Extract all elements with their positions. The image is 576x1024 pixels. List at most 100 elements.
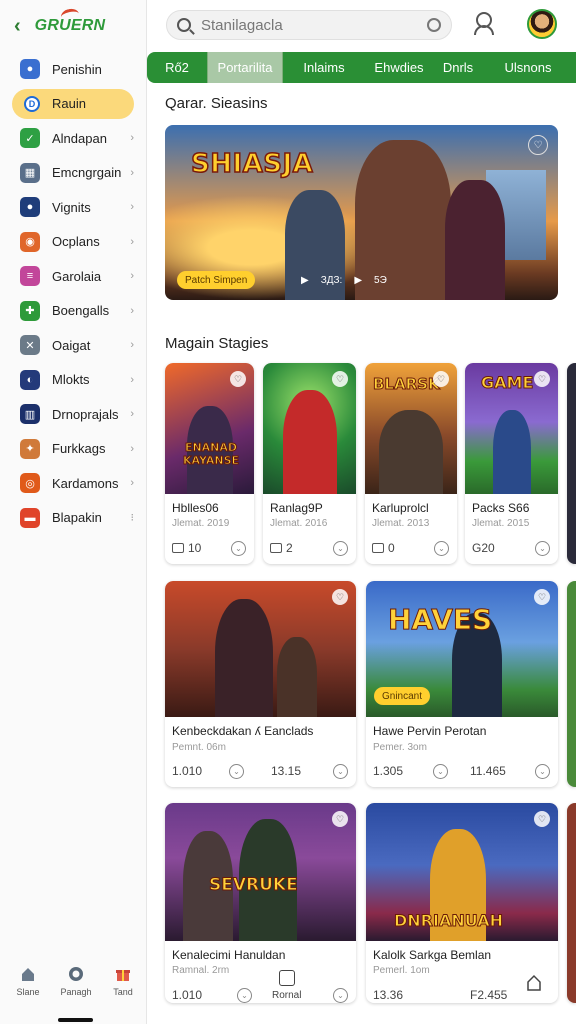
game-card[interactable]: ♡ Ranlag9P Jlemat. 2016 2 ⌄ (263, 363, 356, 564)
square-icon (278, 970, 295, 986)
user-icon[interactable] (472, 12, 494, 36)
chevron-right-icon: › (130, 408, 134, 420)
favorite-icon[interactable]: ♡ (332, 589, 348, 605)
card-character (283, 390, 337, 494)
nav-search-label: Panagh (60, 987, 92, 997)
options-icon[interactable]: ⌄ (535, 764, 550, 779)
game-card[interactable]: BLARSK ♡ Karluprolcl Jlemat. 2013 0 ⌄ (365, 363, 457, 564)
options-icon[interactable]: ⌄ (433, 764, 448, 779)
chevron-right-icon: › (130, 442, 134, 455)
tab-3[interactable]: Ehwdies (365, 52, 433, 83)
game-card-partial[interactable] (567, 803, 576, 1003)
options-icon[interactable]: ⌄ (333, 764, 348, 779)
card-image: BLARSK ♡ (365, 363, 457, 494)
game-card[interactable]: SEVRUKE ♡ Kenalecimi Hanuldan Ramnal. 2r… (165, 803, 356, 1003)
play-icon[interactable]: ▶ (301, 275, 309, 286)
sidebar-item[interactable]: ◉ Ocplans › (12, 227, 134, 257)
chevron-left-icon[interactable]: ‹ (14, 15, 21, 38)
sidebar-item[interactable]: ◐ Mlokts › (12, 365, 134, 395)
flag-icon: ▬ (20, 507, 40, 528)
sidebar-item[interactable]: D Rauin (12, 88, 134, 119)
sidebar-item-label: Ocplans (52, 234, 100, 249)
favorite-icon[interactable]: ♡ (534, 811, 550, 827)
puzzle-icon: ✚ (20, 300, 40, 321)
play-icon[interactable]: ▶ (354, 275, 362, 286)
sidebar-item[interactable]: ▥ Drnoprajals › (12, 399, 134, 429)
sidebar-item[interactable]: ✚ Boengalls › (12, 296, 134, 326)
mask-icon: ◐ (20, 369, 40, 390)
gift-icon (116, 970, 130, 981)
center-nav[interactable]: Rornal (272, 970, 301, 1001)
game-card[interactable]: ENANAD KAYANSE ♡ Hblles06 Jlemat. 2019 1… (165, 363, 254, 564)
card-character (379, 410, 443, 494)
game-card-partial[interactable] (567, 581, 576, 787)
game-card[interactable]: HAVES Gnincant ♡ Hawe Pervin Perotan Pem… (366, 581, 558, 787)
sidebar-item[interactable]: ▦ Emcngrgain › (12, 158, 134, 188)
tab-1[interactable]: Portarilita (207, 52, 283, 83)
card-subtitle: Pemnt. 06m (172, 742, 226, 753)
nav-home[interactable]: Slane (8, 965, 48, 997)
card-subtitle: Jlemat. 2013 (372, 518, 430, 529)
search-bar[interactable]: Stanilagacla (166, 10, 452, 40)
sidebar-item[interactable]: ● Vignits › (12, 192, 134, 222)
grid-icon: ▦ (20, 162, 40, 183)
card-subtitle: Pemerl. 1om (373, 965, 430, 976)
sidebar-item[interactable]: ✦ Furkkags › (12, 434, 134, 464)
card-image: HAVES Gnincant ♡ (366, 581, 558, 717)
sidebar-item-label: Kardamons (52, 475, 119, 491)
sidebar-item[interactable]: ✓ Alndapan › (12, 123, 134, 153)
tab-5[interactable]: Ulsnons (483, 52, 573, 83)
favorite-icon[interactable]: ♡ (534, 589, 550, 605)
featured-banner[interactable]: SHIASJA Patch Simpen ▶ ЗДЗ: ▶ 5Э ♡ (165, 125, 558, 300)
tab-4[interactable]: Dnrls (433, 52, 483, 83)
sidebar-item[interactable]: ● Penishin (12, 54, 134, 84)
camera-icon[interactable] (427, 18, 441, 32)
game-card[interactable]: DNRIANUAH ♡ Kalolk Sarkga Bemlan Pemerl.… (366, 803, 558, 1003)
card-image: ♡ (165, 581, 356, 717)
favorite-icon[interactable]: ♡ (534, 371, 550, 387)
home-indicator (58, 1018, 93, 1022)
game-card[interactable]: ♡ Kenbeckdakan ʎ Eanclads Pemnt. 06m 1.0… (165, 581, 356, 787)
favorite-icon[interactable]: ♡ (230, 371, 246, 387)
sidebar-item-label: Furkkags (52, 441, 106, 456)
nav-gift[interactable]: Tand (103, 965, 143, 997)
options-icon[interactable]: ⌄ (333, 988, 348, 1003)
favorite-icon[interactable]: ♡ (528, 135, 548, 155)
house-icon[interactable] (526, 974, 542, 992)
sidebar: ‹ GRUERN ● Penishin D Rauin ✓ Alndapan › ▦ Emcng… (0, 0, 147, 1024)
options-icon[interactable]: ⌄ (434, 541, 449, 556)
sidebar-item[interactable]: ≡ Garolaia › (12, 261, 134, 291)
card-badge[interactable]: Gnincant (374, 687, 431, 705)
options-icon[interactable]: ⌄ (333, 541, 348, 556)
game-card[interactable]: GAME ♡ Packs S66 Jlemat. 2015 G20 ⌄ (465, 363, 558, 564)
sidebar-item[interactable]: ✕ Oaigat › (12, 330, 134, 360)
card-stat: 2 (270, 541, 293, 555)
options-icon[interactable]: ⌄ (535, 541, 550, 556)
favorite-icon[interactable]: ♡ (332, 811, 348, 827)
options-icon[interactable]: ⌄ (229, 764, 244, 779)
favorite-icon[interactable]: ♡ (332, 371, 348, 387)
tab-0[interactable]: Rő2 (147, 52, 207, 83)
nav-search[interactable]: Panagh (56, 965, 96, 997)
tab-2[interactable]: Inlaims (283, 52, 365, 83)
card-title: Kalolk Sarkga Bemlan (373, 948, 492, 962)
box-icon (172, 543, 184, 553)
card-stat: 11.465 (470, 764, 506, 778)
sidebar-item[interactable]: ▬ Blapakin ⁝ (12, 503, 134, 533)
game-card-partial[interactable] (567, 363, 576, 564)
card-character (277, 637, 317, 717)
options-icon[interactable]: ⌄ (237, 988, 252, 1003)
card-title: Hawe Pervin Perotan (373, 724, 487, 738)
x-icon: ✕ (20, 335, 40, 355)
options-icon[interactable]: ⌄ (231, 541, 246, 556)
card-title: Packs S66 (472, 501, 530, 515)
search-input[interactable]: Stanilagacla (201, 17, 283, 34)
chevron-right-icon: › (130, 166, 134, 179)
sidebar-item-label: Rauin (52, 96, 86, 111)
favorite-icon[interactable]: ♡ (433, 371, 449, 387)
card-stat: 1.010 (172, 764, 203, 778)
avatar[interactable] (527, 9, 557, 39)
banner-badge[interactable]: Patch Simpen (177, 271, 256, 289)
sidebar-item[interactable]: ◎ Kardamons › (12, 468, 134, 498)
home-icon (22, 968, 34, 981)
